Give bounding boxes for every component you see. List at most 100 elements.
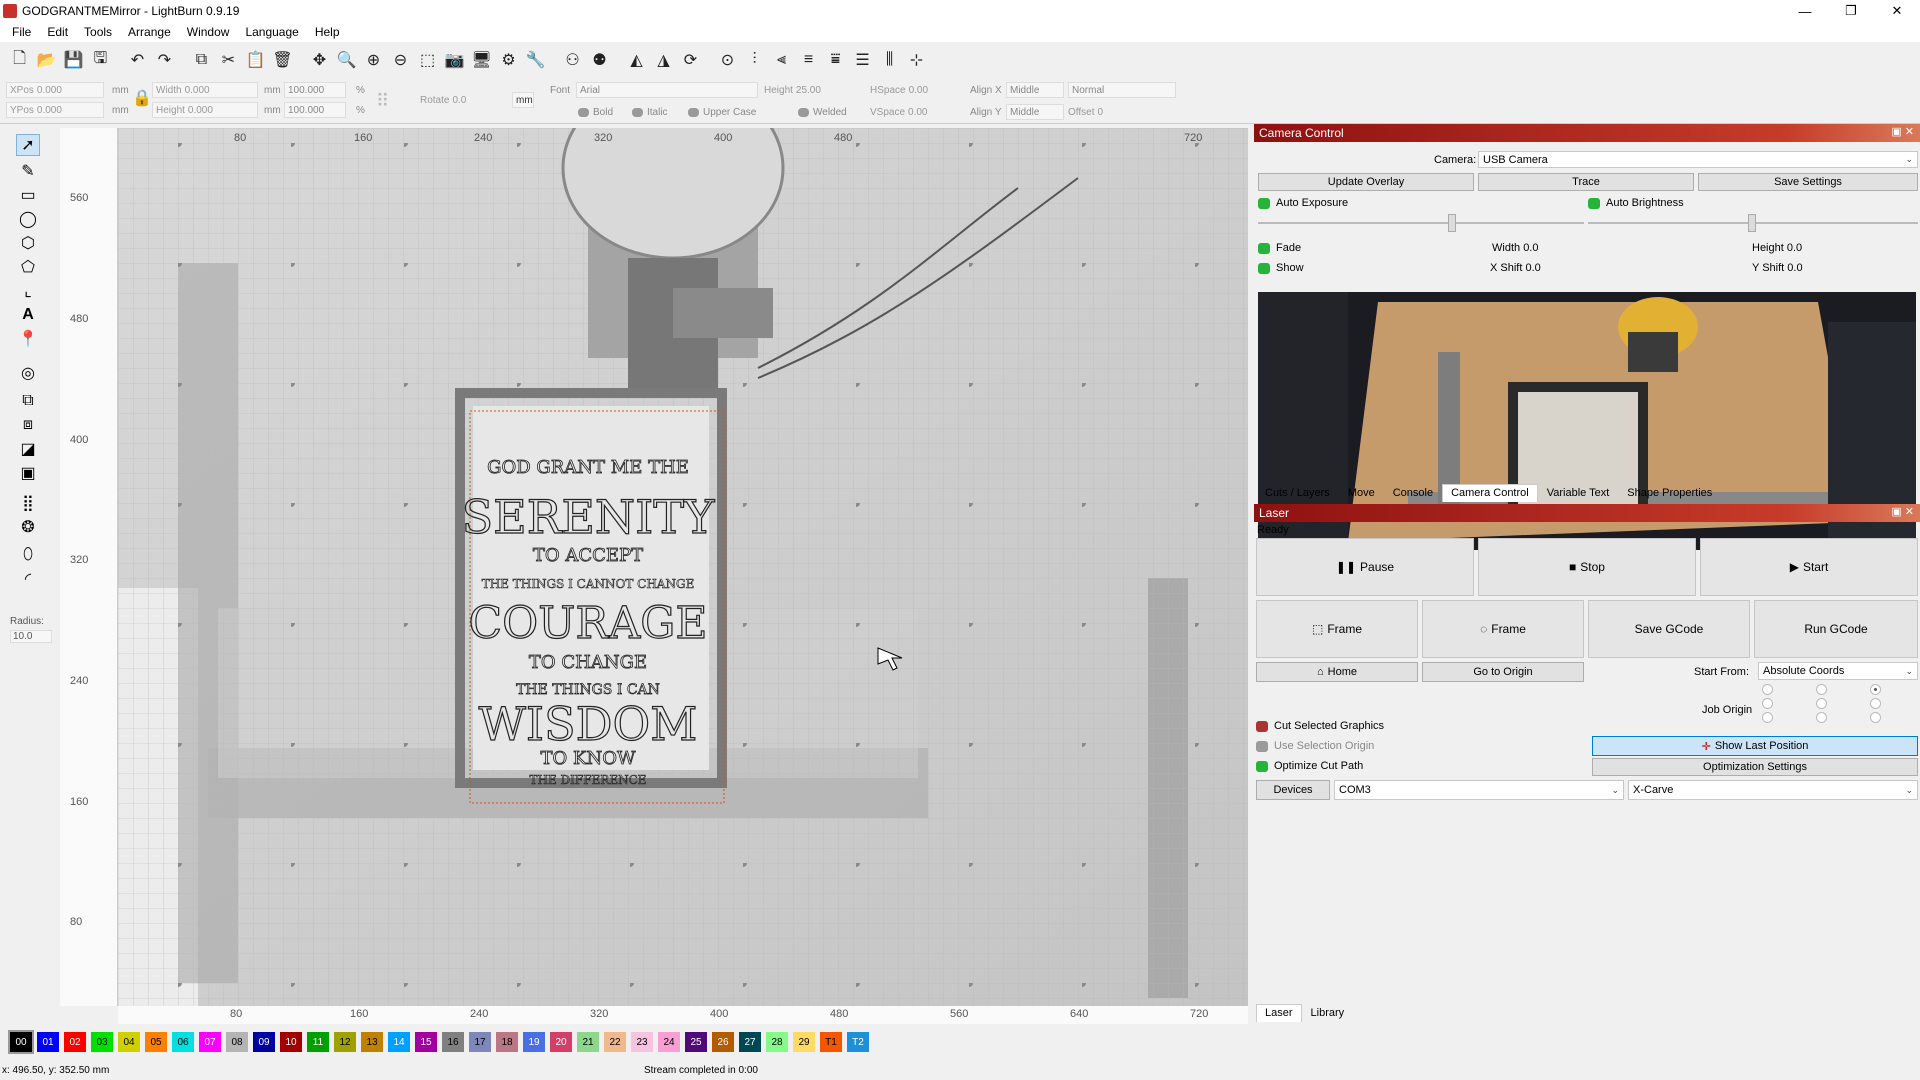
select-tool-icon[interactable]: ➚ [16,134,40,156]
layer-swatch-28[interactable]: 28 [766,1032,788,1052]
start-from-select[interactable]: Absolute Coords ⌄ [1758,662,1918,680]
layer-swatch-05[interactable]: 05 [145,1032,167,1052]
anchor-grid-icon[interactable]: ⠿ [376,86,414,116]
tab-laser[interactable]: Laser [1256,1004,1302,1022]
layer-swatch-16[interactable]: 16 [442,1032,464,1052]
run-gcode-button[interactable]: Run GCode [1754,600,1918,658]
boolean-subtract-icon[interactable]: ◪ [16,438,40,460]
copy-icon[interactable]: ⧉ [190,49,213,72]
workspace-canvas[interactable]: GOD GRANT ME THE SERENITY TO ACCEPT THE … [118,128,1248,1006]
show-last-position-button[interactable]: ✛ Show Last Position [1592,736,1918,756]
width-field[interactable]: Width 0.000 [152,82,258,98]
offset-tool-icon[interactable]: ◎ [16,362,40,384]
save-icon[interactable]: 💾 [62,49,85,72]
layer-swatch-24[interactable]: 24 [658,1032,680,1052]
rotate-icon[interactable]: ⟳ [679,49,702,72]
use-selection-origin-toggle[interactable]: Use Selection Origin [1256,740,1374,752]
zoom-plus-icon[interactable]: ⊕ [362,49,385,72]
unit-toggle-button[interactable]: mm [512,92,534,108]
tab-move[interactable]: Move [1339,484,1384,502]
job-origin-radio-br[interactable] [1870,712,1881,723]
save-gcode-button[interactable]: Save GCode [1588,600,1750,658]
open-folder-icon[interactable]: 📂 [35,49,58,72]
overlay-width-field[interactable]: Width 0.0 [1492,242,1538,254]
layer-swatch-27[interactable]: 27 [739,1032,761,1052]
layer-swatch-02[interactable]: 02 [64,1032,86,1052]
layer-swatch-00[interactable]: 00 [8,1030,34,1054]
edit-nodes-icon[interactable]: ⬠ [16,256,40,278]
slider-knob[interactable] [1448,214,1456,232]
grid-array-icon[interactable]: ⣿ [16,492,40,514]
layer-swatch-06[interactable]: 06 [172,1032,194,1052]
layer-swatch-12[interactable]: 12 [334,1032,356,1052]
menu-tools[interactable]: Tools [76,25,120,39]
optimize-cut-toggle[interactable]: Optimize Cut Path [1256,760,1363,772]
slider-knob[interactable] [1748,214,1756,232]
radius-input[interactable]: 10.0 [10,630,52,643]
frame-rubber-band-button[interactable]: ◌ Frame [1422,600,1584,658]
layer-swatch-17[interactable]: 17 [469,1032,491,1052]
layer-swatch-T2[interactable]: T2 [847,1032,869,1052]
auto-brightness-toggle[interactable]: Auto Brightness [1588,197,1684,209]
zoom-minus-icon[interactable]: ⊖ [389,49,412,72]
layer-swatch-09[interactable]: 09 [253,1032,275,1052]
menu-window[interactable]: Window [179,25,238,39]
monitor-icon[interactable]: 🖥 [470,49,493,72]
start-button[interactable]: ▶ Start [1700,538,1918,596]
job-origin-radio-bc[interactable] [1816,712,1827,723]
y-shift-field[interactable]: Y Shift 0.0 [1752,262,1803,274]
weld-icon[interactable]: ⧉ [16,390,40,412]
tab-tool-icon[interactable]: ⬯ [16,544,40,566]
save-as-icon[interactable]: 🖫 [89,49,112,72]
align-2-icon[interactable]: ⫷ [770,49,793,72]
layer-swatch-03[interactable]: 03 [91,1032,113,1052]
aligny-select[interactable]: Middle [1006,104,1064,120]
distribute-3-icon[interactable]: ☰ [851,49,874,72]
paste-icon[interactable]: 📋 [244,49,267,72]
layer-swatch-19[interactable]: 19 [523,1032,545,1052]
tab-camera-control[interactable]: Camera Control [1442,484,1538,502]
x-shift-field[interactable]: X Shift 0.0 [1490,262,1541,274]
tab-cuts-layers[interactable]: Cuts / Layers [1256,484,1339,502]
scale-h-field[interactable]: 100.000 [284,102,346,118]
job-origin-radio-mr[interactable] [1870,698,1881,709]
layer-swatch-14[interactable]: 14 [388,1032,410,1052]
undo-icon[interactable]: ↶ [126,49,149,72]
boolean-union-icon[interactable]: ⧈ [16,414,40,436]
menu-arrange[interactable]: Arrange [120,25,179,39]
position-laser-icon[interactable]: 📍 [16,328,40,350]
pause-button[interactable]: ❚❚ Pause [1256,538,1474,596]
layer-swatch-11[interactable]: 11 [307,1032,329,1052]
pen-tool-icon[interactable]: ✎ [16,160,40,182]
optimization-settings-button[interactable]: Optimization Settings [1592,758,1918,776]
mirror-h-icon[interactable]: ◭ [625,49,648,72]
home-button[interactable]: ⌂ Home [1256,662,1418,682]
maximize-button[interactable]: ❐ [1828,0,1874,22]
lock-icon[interactable]: 🔒 [132,90,152,107]
exposure-slider[interactable] [1258,214,1584,232]
welded-checkbox[interactable]: Welded [798,104,847,120]
dock-icon[interactable]: ⊹ [905,49,928,72]
italic-checkbox[interactable]: Italic [632,104,668,120]
close-window-button[interactable]: ✕ [1874,0,1920,22]
panel-float-close-icon[interactable]: ▣ ✕ [1891,125,1914,138]
panel-float-close-icon[interactable]: ▣ ✕ [1891,505,1914,518]
alignx-select[interactable]: Middle [1006,82,1064,98]
zoom-select-icon[interactable]: ⬚ [416,49,439,72]
normal-select[interactable]: Normal [1068,82,1176,98]
cut-selected-toggle[interactable]: Cut Selected Graphics [1256,720,1384,732]
ellipse-tool-icon[interactable]: ◯ [16,208,40,230]
job-origin-radio-ml[interactable] [1762,698,1773,709]
offset-field[interactable]: Offset 0 [1068,104,1103,120]
rectangle-tool-icon[interactable]: ▭ [16,184,40,206]
layer-swatch-07[interactable]: 07 [199,1032,221,1052]
group-icon[interactable]: ⚇ [561,49,584,72]
tools-icon[interactable]: 🔧 [524,49,547,72]
text-tool-icon[interactable]: A [16,304,40,326]
tab-library[interactable]: Library [1302,1004,1354,1022]
port-select[interactable]: COM3 ⌄ [1334,780,1624,800]
mirror-v-icon[interactable]: ◮ [652,49,675,72]
layer-swatch-04[interactable]: 04 [118,1032,140,1052]
menu-help[interactable]: Help [307,25,348,39]
height-field[interactable]: Height 0.000 [152,102,258,118]
